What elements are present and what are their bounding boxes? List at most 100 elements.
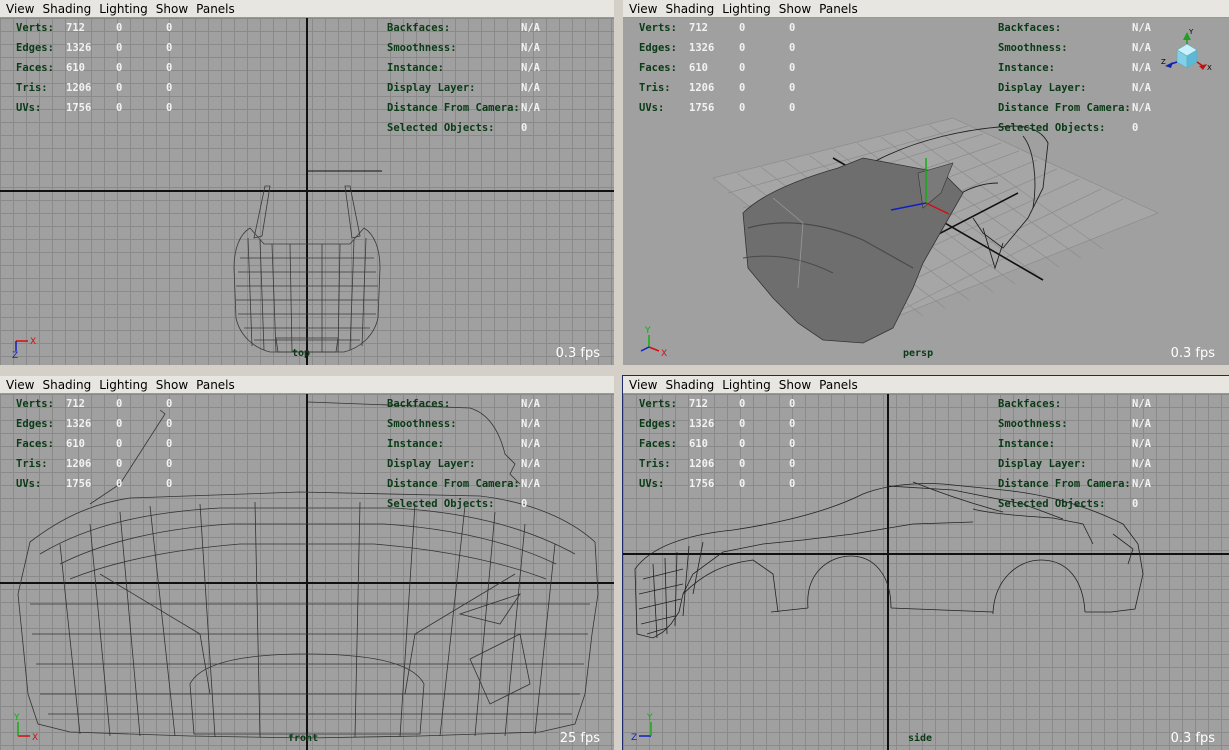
- hud-value: 0: [166, 458, 173, 470]
- hud-value: 0: [789, 438, 796, 450]
- hud-label: Selected Objects:: [998, 122, 1106, 134]
- hud-value: 1756: [689, 478, 715, 490]
- menu-lighting[interactable]: Lighting: [99, 2, 148, 16]
- hud-value: N/A: [521, 22, 540, 34]
- hud-label: Tris:: [639, 82, 671, 94]
- menu-panels[interactable]: Panels: [196, 2, 235, 16]
- hud-label: Smoothness:: [998, 418, 1068, 430]
- hud-value: 712: [66, 398, 85, 410]
- hud-label: Selected Objects:: [387, 498, 495, 510]
- hud-label: Backfaces:: [998, 398, 1062, 410]
- hud-value: 0: [116, 438, 123, 450]
- hud-value: 0: [116, 62, 123, 74]
- hud-value: 0: [166, 398, 173, 410]
- viewport-canvas[interactable]: Verts: 712 0 0 Edges: 1326 0 0 Faces: 610 0 0 Tri…: [623, 18, 1229, 365]
- hud-stats: Verts: 712 0 0 Edges: 1326 0 0 Faces: 610 0 0 Tri…: [16, 18, 216, 118]
- axis-h-label: Z: [631, 733, 637, 743]
- axis-gizmo-icon: X Z: [12, 337, 36, 359]
- viewport-side[interactable]: View Shading Lighting Show Panels Verts:…: [622, 375, 1229, 750]
- hud-value: 0: [789, 22, 796, 34]
- axis-v-label: Y: [646, 713, 653, 723]
- viewport-menubar: View Shading Lighting Show Panels: [0, 376, 614, 394]
- viewport-canvas[interactable]: Verts: 712 0 0 Edges: 1326 0 0 Faces: 610 0 0 Tri…: [0, 394, 614, 750]
- hud-value: 0: [739, 458, 746, 470]
- hud-value: 1206: [66, 458, 92, 470]
- menu-show[interactable]: Show: [156, 2, 188, 16]
- menu-show[interactable]: Show: [779, 378, 811, 392]
- menu-lighting[interactable]: Lighting: [99, 378, 148, 392]
- hud-value: 0: [166, 42, 173, 54]
- hud-display-info: Backfaces: N/A Smoothness: N/A Instance: N/…: [998, 394, 1151, 514]
- menu-view[interactable]: View: [629, 378, 657, 392]
- viewport-persp[interactable]: View Shading Lighting Show Panels Verts:…: [623, 0, 1229, 365]
- hud-value: 0: [1132, 498, 1139, 510]
- hud-label: Selected Objects:: [998, 498, 1106, 510]
- hud-value: 0: [166, 82, 173, 94]
- menu-view[interactable]: View: [629, 2, 657, 16]
- hud-value: 0: [789, 42, 796, 54]
- hud-value: 0: [789, 478, 796, 490]
- menu-shading[interactable]: Shading: [42, 2, 91, 16]
- hud-value: N/A: [521, 458, 540, 470]
- hud-label: Backfaces:: [387, 398, 451, 410]
- menu-shading[interactable]: Shading: [665, 378, 714, 392]
- hud-value: 0: [116, 22, 123, 34]
- viewport-front[interactable]: View Shading Lighting Show Panels Verts:…: [0, 376, 614, 750]
- menu-lighting[interactable]: Lighting: [722, 2, 771, 16]
- hud-value: 1206: [66, 82, 92, 94]
- hud-label: Display Layer:: [387, 82, 476, 94]
- viewport-canvas[interactable]: Verts: 712 0 0 Edges: 1326 0 0 Faces: 610 0 0 Tri…: [623, 394, 1229, 750]
- menu-show[interactable]: Show: [156, 378, 188, 392]
- menu-lighting[interactable]: Lighting: [722, 378, 771, 392]
- hud-value: 610: [689, 438, 708, 450]
- hud-label: Verts:: [16, 398, 54, 410]
- hud-value: 1206: [689, 458, 715, 470]
- fps-counter: 0.3 fps: [1170, 346, 1215, 361]
- hud-label: Smoothness:: [998, 42, 1068, 54]
- menu-shading[interactable]: Shading: [42, 378, 91, 392]
- menu-panels[interactable]: Panels: [819, 2, 858, 16]
- hud-label: Backfaces:: [387, 22, 451, 34]
- view-cube-icon[interactable]: Y X Z: [1161, 28, 1213, 84]
- hud-label: Tris:: [16, 82, 48, 94]
- hud-value: N/A: [521, 478, 540, 490]
- menu-shading[interactable]: Shading: [665, 2, 714, 16]
- menu-panels[interactable]: Panels: [196, 378, 235, 392]
- menu-panels[interactable]: Panels: [819, 378, 858, 392]
- hud-value: N/A: [521, 398, 540, 410]
- hud-value: 610: [689, 62, 708, 74]
- hud-value: 1756: [689, 102, 715, 114]
- camera-label: front: [288, 733, 319, 744]
- hud-value: 0: [1132, 122, 1139, 134]
- fps-counter: 0.3 fps: [555, 346, 600, 361]
- hud-label: Backfaces:: [998, 22, 1062, 34]
- hud-value: 0: [116, 398, 123, 410]
- hud-label: Distance From Camera:: [998, 478, 1131, 490]
- menu-view[interactable]: View: [6, 378, 34, 392]
- hud-value: 0: [166, 418, 173, 430]
- viewport-top[interactable]: View Shading Lighting Show Panels Verts:…: [0, 0, 614, 365]
- hud-label: Instance:: [998, 62, 1055, 74]
- hud-label: UVs:: [16, 478, 42, 490]
- hud-value: 712: [66, 22, 85, 34]
- hud-label: UVs:: [639, 478, 665, 490]
- hud-stats: Verts: 712 0 0 Edges: 1326 0 0 Faces: 610 0 0 Tri…: [639, 394, 839, 494]
- camera-label: persp: [903, 348, 934, 359]
- hud-value: 0: [521, 122, 528, 134]
- viewport-canvas[interactable]: Verts: 712 0 0 Edges: 1326 0 0 Faces: 610 0 0 Tri…: [0, 18, 614, 365]
- menu-view[interactable]: View: [6, 2, 34, 16]
- menu-show[interactable]: Show: [779, 2, 811, 16]
- axis-gizmo-icon: X Y: [13, 713, 38, 743]
- hud-label: Distance From Camera:: [998, 102, 1131, 114]
- hud-label: Verts:: [639, 398, 677, 410]
- hud-value: 0: [166, 22, 173, 34]
- hud-value: N/A: [521, 82, 540, 94]
- hud-label: Edges:: [16, 42, 54, 54]
- viewport-menubar: View Shading Lighting Show Panels: [623, 0, 1229, 18]
- hud-label: Faces:: [639, 438, 677, 450]
- hud-display-info: Backfaces: N/A Smoothness: N/A Instance: N/…: [387, 18, 540, 138]
- hud-value: 0: [789, 418, 796, 430]
- hud-label: Verts:: [639, 22, 677, 34]
- hud-value: 0: [789, 458, 796, 470]
- hud-value: 0: [739, 82, 746, 94]
